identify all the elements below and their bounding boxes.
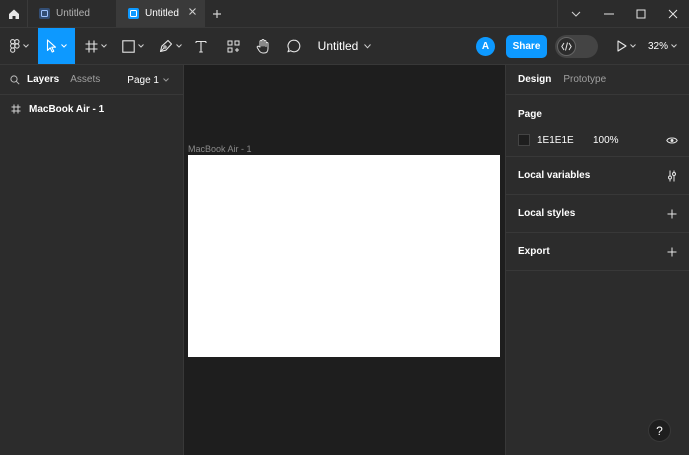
frame-tool-button[interactable] [80,28,112,64]
chevron-down-icon [571,11,581,17]
export-section[interactable]: Export [506,233,689,271]
color-hex-input[interactable]: 1E1E1E [537,135,593,146]
opacity-input[interactable]: 100% [593,135,666,146]
frame-label[interactable]: MacBook Air - 1 [188,144,252,154]
local-variables-section[interactable]: Local variables [506,157,689,195]
cursor-arrow-icon [46,39,58,53]
toolbar: Untitled A Share 32% [0,27,689,65]
local-styles-section[interactable]: Local styles [506,195,689,233]
frame-hash-icon [85,40,98,53]
color-swatch[interactable] [518,134,530,146]
present-button[interactable] [612,28,640,64]
section-title: Local styles [518,208,576,219]
variables-sliders-icon[interactable] [667,170,677,182]
tab-label: Untitled [145,8,179,19]
frame-hash-icon [11,104,21,114]
close-tab-icon[interactable] [188,7,197,16]
maximize-icon [636,9,646,19]
main-menu-button[interactable] [4,28,34,64]
figma-file-icon [39,8,50,19]
home-button[interactable] [0,0,27,27]
tabs-dropdown-button[interactable] [557,0,593,27]
chevron-down-icon [175,44,182,48]
close-icon [668,9,678,19]
macbook-air-frame[interactable] [188,155,500,357]
pen-tool-button[interactable] [154,28,186,64]
dev-mode-toggle[interactable] [555,35,598,58]
document-title[interactable]: Untitled [318,39,359,53]
components-icon [227,40,240,53]
resources-tool-button[interactable] [222,28,244,64]
minimize-button[interactable] [593,0,625,27]
left-panel-tabs: Layers Assets Page 1 [0,65,183,95]
text-tool-button[interactable] [190,28,212,64]
zoom-dropdown[interactable]: 32% [648,28,677,64]
maximize-button[interactable] [625,0,657,27]
right-panel-tabs: Design Prototype [506,65,689,95]
chevron-down-icon [101,44,107,48]
pen-nib-icon [159,39,173,53]
eye-icon[interactable] [666,136,678,145]
chevron-down-icon[interactable] [364,43,372,49]
tab-label: Untitled [56,8,90,19]
help-button[interactable]: ? [648,419,671,442]
play-icon [616,40,627,52]
search-icon[interactable] [10,74,20,85]
page-section: Page 1E1E1E 100% [506,95,689,157]
home-icon [8,8,20,20]
section-title: Page [518,109,542,120]
canvas[interactable]: MacBook Air - 1 [184,65,505,455]
hand-tool-button[interactable] [252,28,274,64]
zoom-level: 32% [648,40,669,52]
current-page: Page 1 [127,74,159,86]
section-title: Export [518,246,550,257]
code-brackets-icon [557,37,576,56]
chevron-down-icon [163,78,169,82]
tab-untitled-2[interactable]: Untitled [116,0,205,27]
chevron-down-icon [671,44,677,48]
shape-tool-button[interactable] [117,28,149,64]
page-selector[interactable]: Page 1 [127,65,169,95]
chevron-down-icon [22,44,29,48]
plus-icon[interactable] [667,247,677,257]
comment-tool-button[interactable] [283,28,305,64]
layer-name: MacBook Air - 1 [29,103,105,115]
chevron-down-icon [629,44,636,48]
move-tool-button[interactable] [38,28,75,64]
plus-icon[interactable] [667,209,677,219]
close-window-button[interactable] [657,0,689,27]
hand-icon [256,38,270,54]
rectangle-icon [122,39,135,53]
tab-prototype[interactable]: Prototype [563,74,606,85]
share-button[interactable]: Share [506,35,547,58]
tab-design[interactable]: Design [518,74,551,85]
page-color-row: 1E1E1E 100% [518,133,678,147]
new-tab-button[interactable] [205,0,229,27]
comment-bubble-icon [287,39,301,53]
tab-assets[interactable]: Assets [70,74,100,85]
minimize-icon [604,13,614,15]
properties-panel: Design Prototype Page 1E1E1E 100% Local … [505,65,689,455]
figma-logo-icon [9,39,20,53]
text-t-icon [195,40,207,53]
tab-layers[interactable]: Layers [27,74,59,85]
section-title: Local variables [518,170,591,181]
tab-untitled-1[interactable]: Untitled [27,0,116,27]
layer-row[interactable]: MacBook Air - 1 [0,96,183,122]
chevron-down-icon [61,44,67,48]
user-avatar[interactable]: A [476,37,495,56]
title-bar: Untitled Untitled [0,0,689,27]
layers-panel: Layers Assets Page 1 MacBook Air - 1 [0,65,184,455]
figma-file-icon [128,8,139,19]
plus-icon [212,9,222,19]
chevron-down-icon [138,44,144,48]
